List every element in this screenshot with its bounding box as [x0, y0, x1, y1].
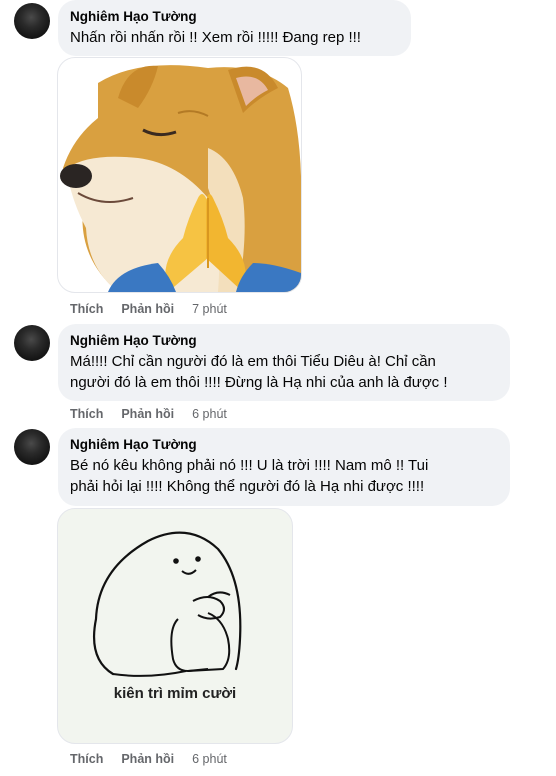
praying-dog-sticker-art [60, 65, 301, 292]
avatar[interactable] [14, 3, 50, 39]
comment-text-line: người đó là em thôi !!!! Đừng là Hạ nhi … [70, 374, 448, 391]
comment-actions: Thích Phản hồi 6 phút [70, 406, 227, 422]
timestamp[interactable]: 6 phút [192, 751, 227, 767]
comment-actions: Thích Phản hồi 7 phút [70, 301, 227, 317]
comment-bubble: Nghiêm Hạo Tường Má!!!! Chỉ cần người đó… [58, 324, 510, 401]
reply-link[interactable]: Phản hồi [121, 751, 174, 767]
like-link[interactable]: Thích [70, 301, 103, 317]
comment-text-line: phải hỏi lại !!!! Không thể người đó là … [70, 478, 425, 495]
comment-actions: Thích Phản hồi 6 phút [70, 751, 227, 767]
comment-bubble: Nghiêm Hạo Tường Bé nó kêu không phải nó… [58, 428, 510, 506]
sticker-caption: kiên trì mỉm cười [113, 685, 237, 702]
comment-text-line: Má!!!! Chỉ cần người đó là em thôi Tiểu … [70, 353, 436, 370]
comment-bubble: Nghiêm Hạo Tường Nhấn rồi nhấn rồi !! Xe… [58, 0, 411, 56]
comment-text: Nhấn rồi nhấn rồi !! Xem rồi !!!!! Đang … [70, 29, 361, 46]
comment-author[interactable]: Nghiêm Hạo Tường [70, 8, 399, 25]
sticker-image[interactable] [57, 57, 302, 293]
comment-text-line: Bé nó kêu không phải nó !!! U là trời !!… [70, 457, 429, 474]
reply-link[interactable]: Phản hồi [121, 301, 174, 317]
smiling-blob-sticker-art [92, 531, 242, 677]
avatar[interactable] [14, 429, 50, 465]
comment-author[interactable]: Nghiêm Hạo Tường [70, 332, 498, 349]
timestamp[interactable]: 7 phút [192, 301, 227, 317]
timestamp[interactable]: 6 phút [192, 406, 227, 422]
like-link[interactable]: Thích [70, 751, 103, 767]
reply-link[interactable]: Phản hồi [121, 406, 174, 422]
like-link[interactable]: Thích [70, 406, 103, 422]
avatar[interactable] [14, 325, 50, 361]
comment-author[interactable]: Nghiêm Hạo Tường [70, 436, 498, 453]
sticker-image[interactable]: kiên trì mỉm cười [57, 508, 293, 744]
